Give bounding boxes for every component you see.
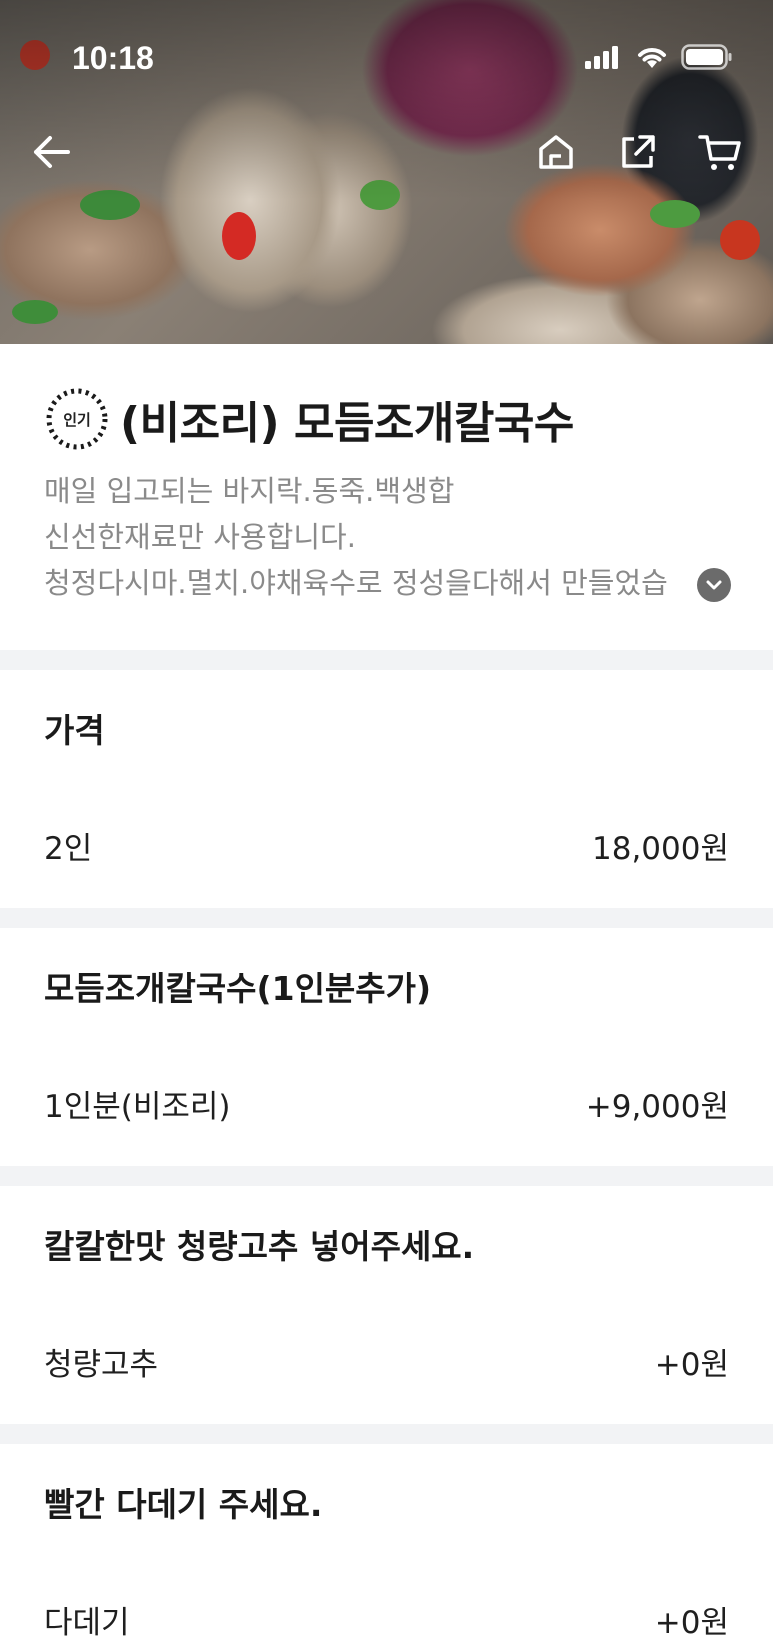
option-row[interactable]: 1인분(비조리) +9,000원 [44,1070,729,1136]
option-section-extra-serving: 모듬조개칼국수(1인분추가) 1인분(비조리) +9,000원 [0,928,773,1136]
home-icon [539,135,573,169]
option-section-price: 가격 2인 18,000원 [0,670,773,878]
product-info: 인기 (비조리) 모듬조개칼국수 매일 입고되는 바지락.동죽.백생합 신선한재… [0,386,773,606]
option-label: 2인 [44,830,93,867]
back-button[interactable] [28,128,76,176]
description-line: 매일 입고되는 바지락.동죽.백생합 [44,474,455,508]
status-time: 10:18 [72,40,154,76]
section-title: 모듬조개칼국수(1인분추가) [44,969,432,1008]
chili-slice [720,220,760,260]
section-title: 빨간 다데기 주세요. [44,1485,323,1524]
share-icon [622,135,655,168]
popular-badge: 인기 [44,386,110,452]
badge-label: 인기 [63,410,91,429]
description-line: 청정다시마.멸치.야채육수로 정성을다해서 만들었습 [44,566,668,600]
chili-slice [222,212,256,260]
section-title: 가격 [44,711,105,750]
battery-icon [681,44,732,70]
option-price: +0원 [654,1346,729,1383]
section-divider [0,650,773,670]
option-section-seasoning: 빨간 다데기 주세요. 다데기 +0원 [0,1444,773,1652]
section-divider [0,1424,773,1444]
section-divider [0,1166,773,1186]
expand-description-button[interactable] [697,568,731,602]
pepper-slice [650,200,700,228]
option-row[interactable]: 2인 18,000원 [44,812,729,878]
section-divider [0,908,773,928]
option-price: 18,000원 [592,830,729,867]
product-title: (비조리) 모듬조개칼국수 [120,398,574,449]
status-icons [583,44,733,70]
pepper-slice [360,180,400,210]
chevron-down-icon [706,580,722,590]
description-line: 신선한재료만 사용합니다. [44,520,356,554]
share-button[interactable] [614,128,662,176]
product-hero-image: 10:18 [0,0,773,344]
pepper-slice [80,190,140,220]
option-row[interactable]: 청량고추 +0원 [44,1328,729,1394]
chili-slice [20,40,50,70]
option-price: +9,000원 [585,1088,729,1125]
product-description: 매일 입고되는 바지락.동죽.백생합 신선한재료만 사용합니다. 청정다시마.멸… [44,468,731,606]
cart-button[interactable] [696,128,744,176]
home-button[interactable] [532,128,580,176]
option-label: 다데기 [44,1604,130,1641]
option-label: 청량고추 [44,1346,159,1383]
back-arrow-icon [34,136,70,168]
pepper-slice [12,300,58,324]
title-row: 인기 (비조리) 모듬조개칼국수 [44,386,729,452]
option-section-chili: 칼칼한맛 청량고추 넣어주세요. 청량고추 +0원 [0,1186,773,1394]
option-price: +0원 [654,1604,729,1641]
cart-icon [698,135,741,170]
section-title: 칼칼한맛 청량고추 넣어주세요. [44,1227,475,1266]
option-label: 1인분(비조리) [44,1088,231,1125]
option-row[interactable]: 다데기 +0원 [44,1586,729,1652]
wifi-icon [638,48,666,68]
signal-icon [585,46,618,69]
